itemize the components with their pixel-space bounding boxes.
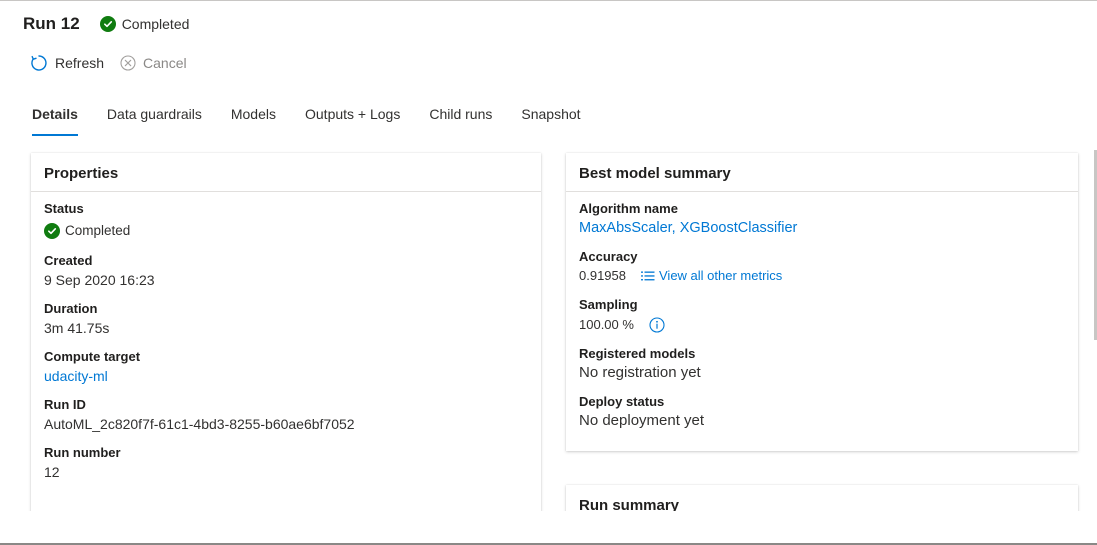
compute-target-field: Compute target udacity-ml — [31, 349, 541, 386]
registered-models-value: No registration yet — [579, 364, 701, 381]
run-id-field: Run ID AutoML_2c820f7f-61c1-4bd3-8255-b6… — [31, 397, 541, 434]
accuracy-label: Accuracy — [579, 249, 638, 264]
cancel-button[interactable]: Cancel — [120, 55, 187, 71]
sampling-field: Sampling 100.00 % — [566, 297, 1078, 335]
best-model-title: Best model summary — [566, 153, 1078, 192]
page-title: Run 12 — [23, 14, 80, 33]
status-field: Status Completed — [31, 201, 541, 241]
best-model-card: Best model summary Algorithm name MaxAbs… — [566, 153, 1078, 451]
status-value: Completed — [44, 221, 528, 241]
status-label: Status — [44, 201, 84, 216]
sampling-label: Sampling — [579, 297, 638, 312]
view-metrics-link[interactable]: View all other metrics — [641, 266, 782, 286]
check-circle-icon — [44, 223, 60, 239]
run-id-value: AutoML_2c820f7f-61c1-4bd3-8255-b60ae6bf7… — [44, 416, 355, 432]
status-text: Completed — [121, 16, 190, 32]
accuracy-row: 0.91958 View all other metrics — [579, 266, 1065, 286]
duration-label: Duration — [44, 301, 98, 316]
refresh-icon — [31, 55, 47, 71]
accuracy-value: 0.91958 — [579, 268, 626, 283]
properties-title: Properties — [31, 153, 541, 192]
info-icon[interactable] — [649, 317, 665, 333]
view-metrics-label: View all other metrics — [659, 268, 783, 283]
refresh-button[interactable]: Refresh — [30, 54, 104, 72]
duration-field: Duration 3m 41.75s — [31, 301, 541, 338]
compute-target-link[interactable]: udacity-ml — [44, 366, 528, 386]
viewport-cutoff — [0, 511, 1097, 543]
created-field: Created 9 Sep 2020 16:23 — [31, 253, 541, 290]
run-number-field: Run number 12 — [31, 445, 541, 482]
top-divider — [0, 0, 1097, 1]
cancel-icon — [120, 55, 136, 71]
refresh-label: Refresh — [55, 55, 105, 71]
created-value: 9 Sep 2020 16:23 — [44, 272, 155, 288]
deploy-status-field: Deploy status No deployment yet — [566, 394, 1078, 431]
created-label: Created — [44, 253, 93, 268]
accuracy-field: Accuracy 0.91958 View all other metrics — [566, 249, 1078, 286]
toolbar: Refresh Cancel — [30, 54, 203, 72]
compute-target-label: Compute target — [44, 349, 141, 364]
status-badge: Completed — [99, 16, 190, 32]
run-number-label: Run number — [44, 445, 121, 460]
cancel-label: Cancel — [143, 55, 187, 71]
registered-models-label: Registered models — [579, 346, 696, 361]
deploy-status-value: No deployment yet — [579, 412, 705, 429]
tab-details[interactable]: Details — [32, 106, 78, 136]
sampling-row: 100.00 % — [579, 315, 1065, 335]
algorithm-link[interactable]: MaxAbsScaler, XGBoostClassifier — [579, 218, 1065, 238]
tab-bar: Details Data guardrails Models Outputs +… — [32, 106, 610, 136]
tab-child-runs[interactable]: Child runs — [429, 106, 492, 136]
run-id-label: Run ID — [44, 397, 86, 412]
tab-outputs-logs[interactable]: Outputs + Logs — [305, 106, 400, 136]
run-header: Run 12 Completed — [23, 12, 189, 36]
algorithm-field: Algorithm name MaxAbsScaler, XGBoostClas… — [566, 201, 1078, 238]
run-number-value: 12 — [44, 464, 60, 480]
properties-card: Properties Status Completed Created 9 Se… — [31, 153, 541, 533]
tab-models[interactable]: Models — [231, 106, 276, 136]
duration-value: 3m 41.75s — [44, 320, 110, 336]
tab-data-guardrails[interactable]: Data guardrails — [107, 106, 202, 136]
deploy-status-label: Deploy status — [579, 394, 665, 409]
algorithm-label: Algorithm name — [579, 201, 678, 216]
tab-snapshot[interactable]: Snapshot — [521, 106, 580, 136]
sampling-value: 100.00 % — [579, 317, 634, 332]
list-icon — [641, 271, 655, 281]
registered-models-field: Registered models No registration yet — [566, 346, 1078, 383]
check-circle-icon — [99, 16, 116, 32]
status-value-text: Completed — [65, 223, 131, 238]
